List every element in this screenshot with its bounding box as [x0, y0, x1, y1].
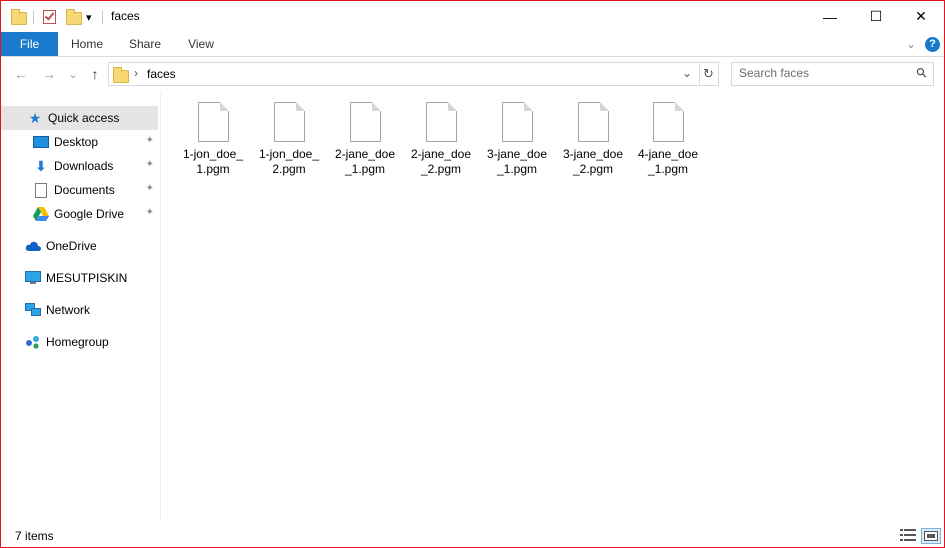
sidebar-item-label: MESUTPISKIN [46, 271, 128, 285]
tab-share[interactable]: Share [119, 32, 171, 56]
desktop-icon [33, 134, 49, 150]
file-list: 1-jon_doe_ 1.pgm 1-jon_doe_ 2.pgm 2-jane_d… [162, 92, 944, 522]
file-item[interactable]: 3-jane_doe _2.pgm [557, 100, 629, 184]
file-icon [426, 102, 457, 142]
large-icons-view-button[interactable] [921, 528, 941, 544]
refresh-button[interactable]: ↻ [699, 62, 719, 86]
forward-button[interactable]: → [40, 65, 58, 83]
sidebar-item-network[interactable]: Network [1, 298, 158, 322]
sidebar-item-homegroup[interactable]: Homegroup [1, 330, 158, 354]
file-name: 1-jon_doe_ 1.pgm [182, 147, 244, 176]
sidebar-item-label: Network [46, 303, 91, 317]
tab-home[interactable]: Home [61, 32, 113, 56]
sidebar-item-label: Google Drive [54, 207, 125, 221]
documents-icon [33, 182, 49, 198]
search-input[interactable] [732, 63, 914, 83]
file-icon [653, 102, 684, 142]
tab-file[interactable]: File [1, 32, 58, 56]
folder-icon [113, 67, 129, 83]
maximize-button[interactable]: ☐ [853, 1, 899, 32]
file-item[interactable]: 2-jane_doe _1.pgm [329, 100, 401, 184]
customize-quick-access-dropdown[interactable]: ▾ [86, 7, 92, 27]
details-view-icon [900, 529, 916, 541]
sidebar-item-onedrive[interactable]: OneDrive [1, 234, 158, 258]
window-title: faces [111, 9, 140, 23]
pin-icon: ✦ [145, 183, 154, 194]
navigation-row: ← → ⌄ ↑ › faces ⌄ ↻ ⚲ [1, 57, 944, 91]
sidebar-item-desktop[interactable]: Desktop ✦ [1, 130, 158, 154]
homegroup-icon [25, 334, 41, 350]
new-folder-quick-access-button[interactable] [66, 7, 82, 27]
sidebar-item-downloads[interactable]: ⬇ Downloads ✦ [1, 154, 158, 178]
separator [102, 7, 103, 27]
breadcrumb-separator: › [134, 66, 138, 80]
file-name: 2-jane_doe _2.pgm [410, 147, 472, 176]
separator [33, 7, 34, 27]
sidebar-item-label: Documents [54, 183, 115, 197]
file-icon [578, 102, 609, 142]
file-item[interactable]: 4-jane_doe _1.pgm [632, 100, 704, 184]
sidebar-item-label: OneDrive [46, 239, 97, 253]
sidebar-item-label: Homegroup [46, 335, 109, 349]
file-name: 1-jon_doe_ 2.pgm [258, 147, 320, 176]
explorer-window: ▾ faces — ☐ ✕ File Home Share View ⌄ ? ←… [0, 0, 945, 548]
properties-quick-access-button[interactable] [43, 7, 56, 27]
sidebar-item-quick-access[interactable]: ★ Quick access [1, 106, 158, 130]
pin-icon: ✦ [145, 207, 154, 218]
up-button[interactable]: ↑ [86, 65, 104, 83]
file-name: 3-jane_doe _1.pgm [486, 147, 548, 176]
address-bar[interactable]: › faces ⌄ [108, 62, 700, 86]
status-bar: 7 items [1, 524, 944, 547]
expand-ribbon-button[interactable]: ⌄ [906, 36, 916, 52]
file-item[interactable]: 3-jane_doe _1.pgm [481, 100, 553, 184]
network-icon [25, 302, 41, 318]
navigation-pane: ★ Quick access Desktop ✦ ⬇ Downloads ✦ D… [1, 92, 161, 522]
pin-icon: ✦ [145, 159, 154, 170]
sidebar-item-label: Downloads [54, 159, 114, 173]
sidebar-item-this-pc[interactable]: MESUTPISKIN [1, 266, 158, 290]
file-icon [502, 102, 533, 142]
sidebar-item-documents[interactable]: Documents ✦ [1, 178, 158, 202]
file-icon [198, 102, 229, 142]
ribbon-tabs: File Home Share View ⌄ ? [1, 32, 944, 57]
pin-icon: ✦ [145, 135, 154, 146]
file-item[interactable]: 2-jane_doe _2.pgm [405, 100, 477, 184]
help-button[interactable]: ? [925, 36, 940, 52]
item-count: 7 items [15, 529, 54, 543]
help-icon: ? [925, 36, 940, 52]
close-button[interactable]: ✕ [898, 1, 944, 32]
file-name: 3-jane_doe _2.pgm [562, 147, 624, 176]
computer-icon [25, 270, 41, 286]
address-dropdown-button[interactable]: ⌄ [682, 66, 692, 80]
sidebar-item-label: Desktop [54, 135, 99, 149]
file-item[interactable]: 1-jon_doe_ 2.pgm [253, 100, 325, 184]
file-icon [274, 102, 305, 142]
folder-icon [11, 7, 27, 27]
tab-view[interactable]: View [177, 32, 225, 56]
download-icon: ⬇ [35, 157, 47, 174]
file-name: 2-jane_doe _1.pgm [334, 147, 396, 176]
back-button[interactable]: ← [12, 65, 30, 83]
title-bar: ▾ faces — ☐ ✕ [1, 1, 944, 32]
file-item[interactable]: 1-jon_doe_ 1.pgm [177, 100, 249, 184]
file-icon [350, 102, 381, 142]
details-view-button[interactable] [899, 528, 917, 542]
sidebar-item-label: Quick access [48, 111, 120, 125]
star-icon: ★ [28, 109, 42, 126]
minimize-button[interactable]: — [807, 1, 853, 32]
sidebar-item-google-drive[interactable]: Google Drive ✦ [1, 202, 158, 226]
google-drive-icon [33, 206, 49, 222]
breadcrumb-faces[interactable]: faces [147, 67, 176, 81]
search-box[interactable]: ⚲ [731, 62, 934, 86]
file-name: 4-jane_doe _1.pgm [637, 147, 699, 176]
onedrive-icon [25, 238, 41, 254]
large-icons-view-icon [924, 531, 938, 541]
recent-locations-button[interactable]: ⌄ [64, 65, 82, 83]
search-icon[interactable]: ⚲ [913, 64, 931, 82]
